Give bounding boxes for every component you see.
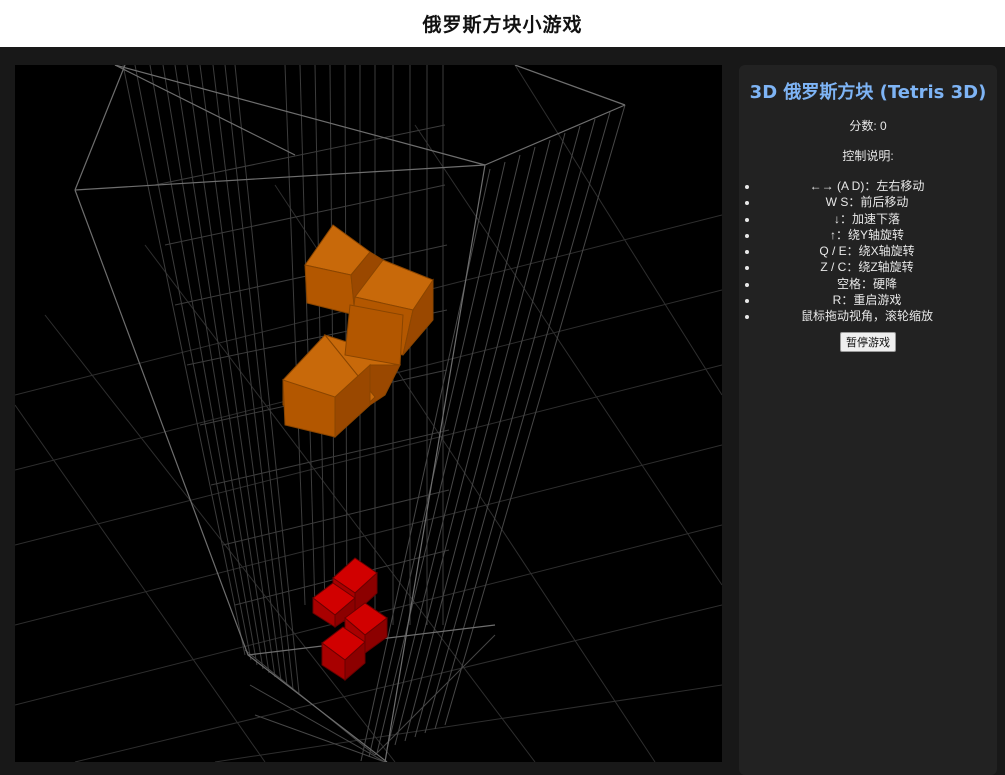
control-item: Q / E：绕X轴旋转 (759, 243, 997, 259)
page-title: 俄罗斯方块小游戏 (422, 14, 583, 36)
control-item: Z / C：绕Z轴旋转 (759, 259, 997, 275)
controls-heading: 控制说明: (842, 149, 894, 163)
control-item: ↑：绕Y轴旋转 (759, 227, 997, 243)
control-item: ←→ (A D)：左右移动 (759, 178, 997, 194)
game-canvas[interactable] (15, 65, 722, 762)
control-item: R：重启游戏 (759, 292, 997, 308)
score-display: 分数: 0 (849, 119, 887, 133)
panel-title: 3D 俄罗斯方块 (Tetris 3D) (749, 82, 987, 103)
control-item: 鼠标拖动视角，滚轮缩放 (759, 308, 997, 324)
pause-button[interactable]: 暂停游戏 (840, 331, 896, 352)
floor-grid (15, 65, 722, 762)
info-panel: 3D 俄罗斯方块 (Tetris 3D) 分数: 0 控制说明: ←→ (A D… (739, 65, 997, 775)
control-item: W S：前后移动 (759, 194, 997, 210)
controls-list: ←→ (A D)：左右移动 W S：前后移动 ↓：加速下落 ↑：绕Y轴旋转 Q … (739, 178, 997, 325)
control-item: ↓：加速下落 (759, 211, 997, 227)
header-bar: 俄罗斯方块小游戏 (0, 0, 1005, 47)
control-item: 空格：硬降 (759, 276, 997, 292)
